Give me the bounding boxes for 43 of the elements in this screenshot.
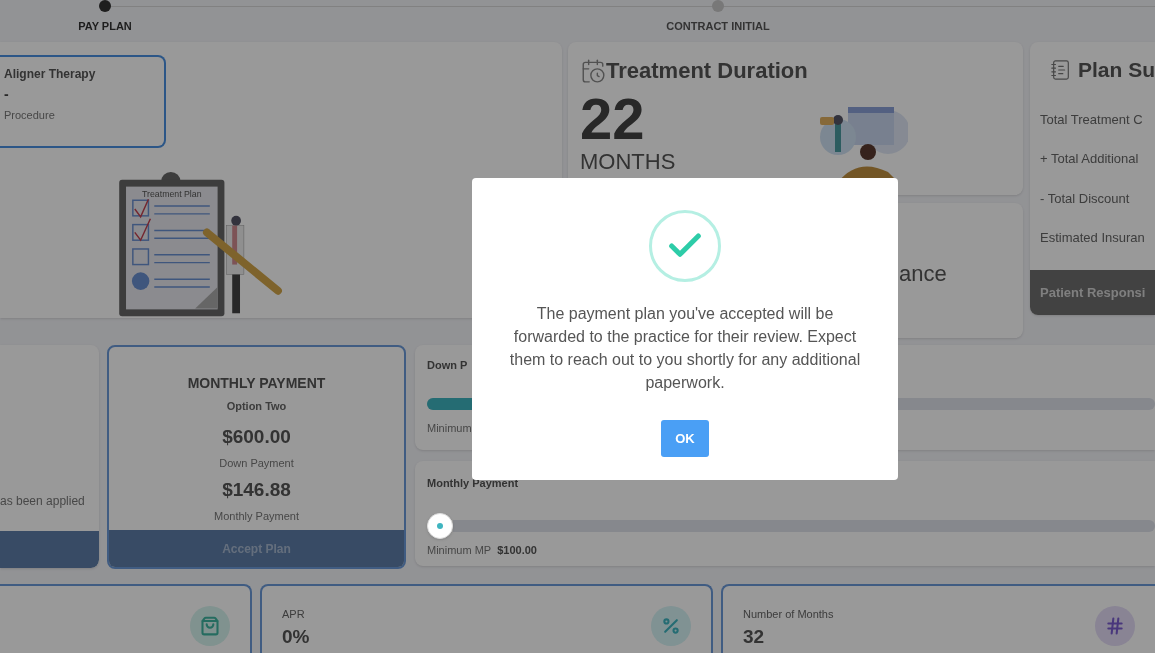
ok-button[interactable]: OK [661, 420, 709, 457]
down-payment-amount: $600.00 [222, 424, 291, 449]
stat-value: 32 [743, 624, 766, 649]
option-name: Option Two [226, 399, 287, 414]
hash-icon [1095, 606, 1135, 646]
calendar-icon [580, 57, 606, 84]
monthly-amount: $146.88 [222, 477, 291, 502]
procedure-title: Aligner Therapy [4, 66, 97, 83]
bag-icon [190, 606, 230, 646]
card-title: Treatment Duration [606, 57, 808, 85]
summary-row-label: - Total Discount [1040, 189, 1131, 208]
summary-row-label: Estimated Insuran [1040, 229, 1146, 247]
option-heading: MONTHLY PAYMENT [187, 374, 326, 393]
percent-icon [651, 606, 691, 646]
minimum-value: $100.00 [497, 542, 537, 558]
slider-label: Down P [427, 358, 468, 373]
slider-track[interactable] [453, 519, 1155, 532]
stat-label: Number of Months [743, 607, 834, 622]
down-payment-label: Down Payment [219, 456, 294, 471]
duration-value: 22 [580, 89, 645, 149]
slider-thumb[interactable] [427, 512, 453, 539]
procedure-card[interactable]: Aligner Therapy - Procedure [0, 55, 166, 148]
card-title: ance [899, 260, 947, 288]
step-label[interactable]: CONTRACT INITIAL [666, 18, 770, 35]
summary-row-label: + Total Additional [1040, 150, 1140, 168]
card-title: Plan Su [1077, 57, 1155, 83]
success-icon [649, 210, 721, 282]
duration-unit: MONTHS [580, 149, 676, 175]
stat-value: 0% [282, 624, 310, 649]
monthly-label: Monthly Payment [214, 509, 299, 524]
slider-label: Monthly Payment [427, 476, 519, 491]
accept-plan-button[interactable] [0, 531, 99, 568]
procedure-value: - [4, 85, 10, 104]
minimum-label: Minimum MP [427, 542, 492, 558]
stat-label: APR [282, 607, 306, 622]
dialog-message: The payment plan you've accepted will be forwarded to the practice for their review. Expect them to reach out to you shortly for any additional paperwork. [508, 304, 862, 393]
notepad-icon [1050, 57, 1072, 82]
summary-row-label: Total Treatment C [1040, 110, 1144, 129]
summary-footer: Patient Responsi [1030, 270, 1155, 315]
procedure-caption: Procedure [4, 108, 56, 123]
step-label[interactable]: PAY PLAN [78, 18, 132, 35]
option-note: as been applied [0, 493, 86, 510]
minimum-label: Minimum [427, 420, 472, 436]
